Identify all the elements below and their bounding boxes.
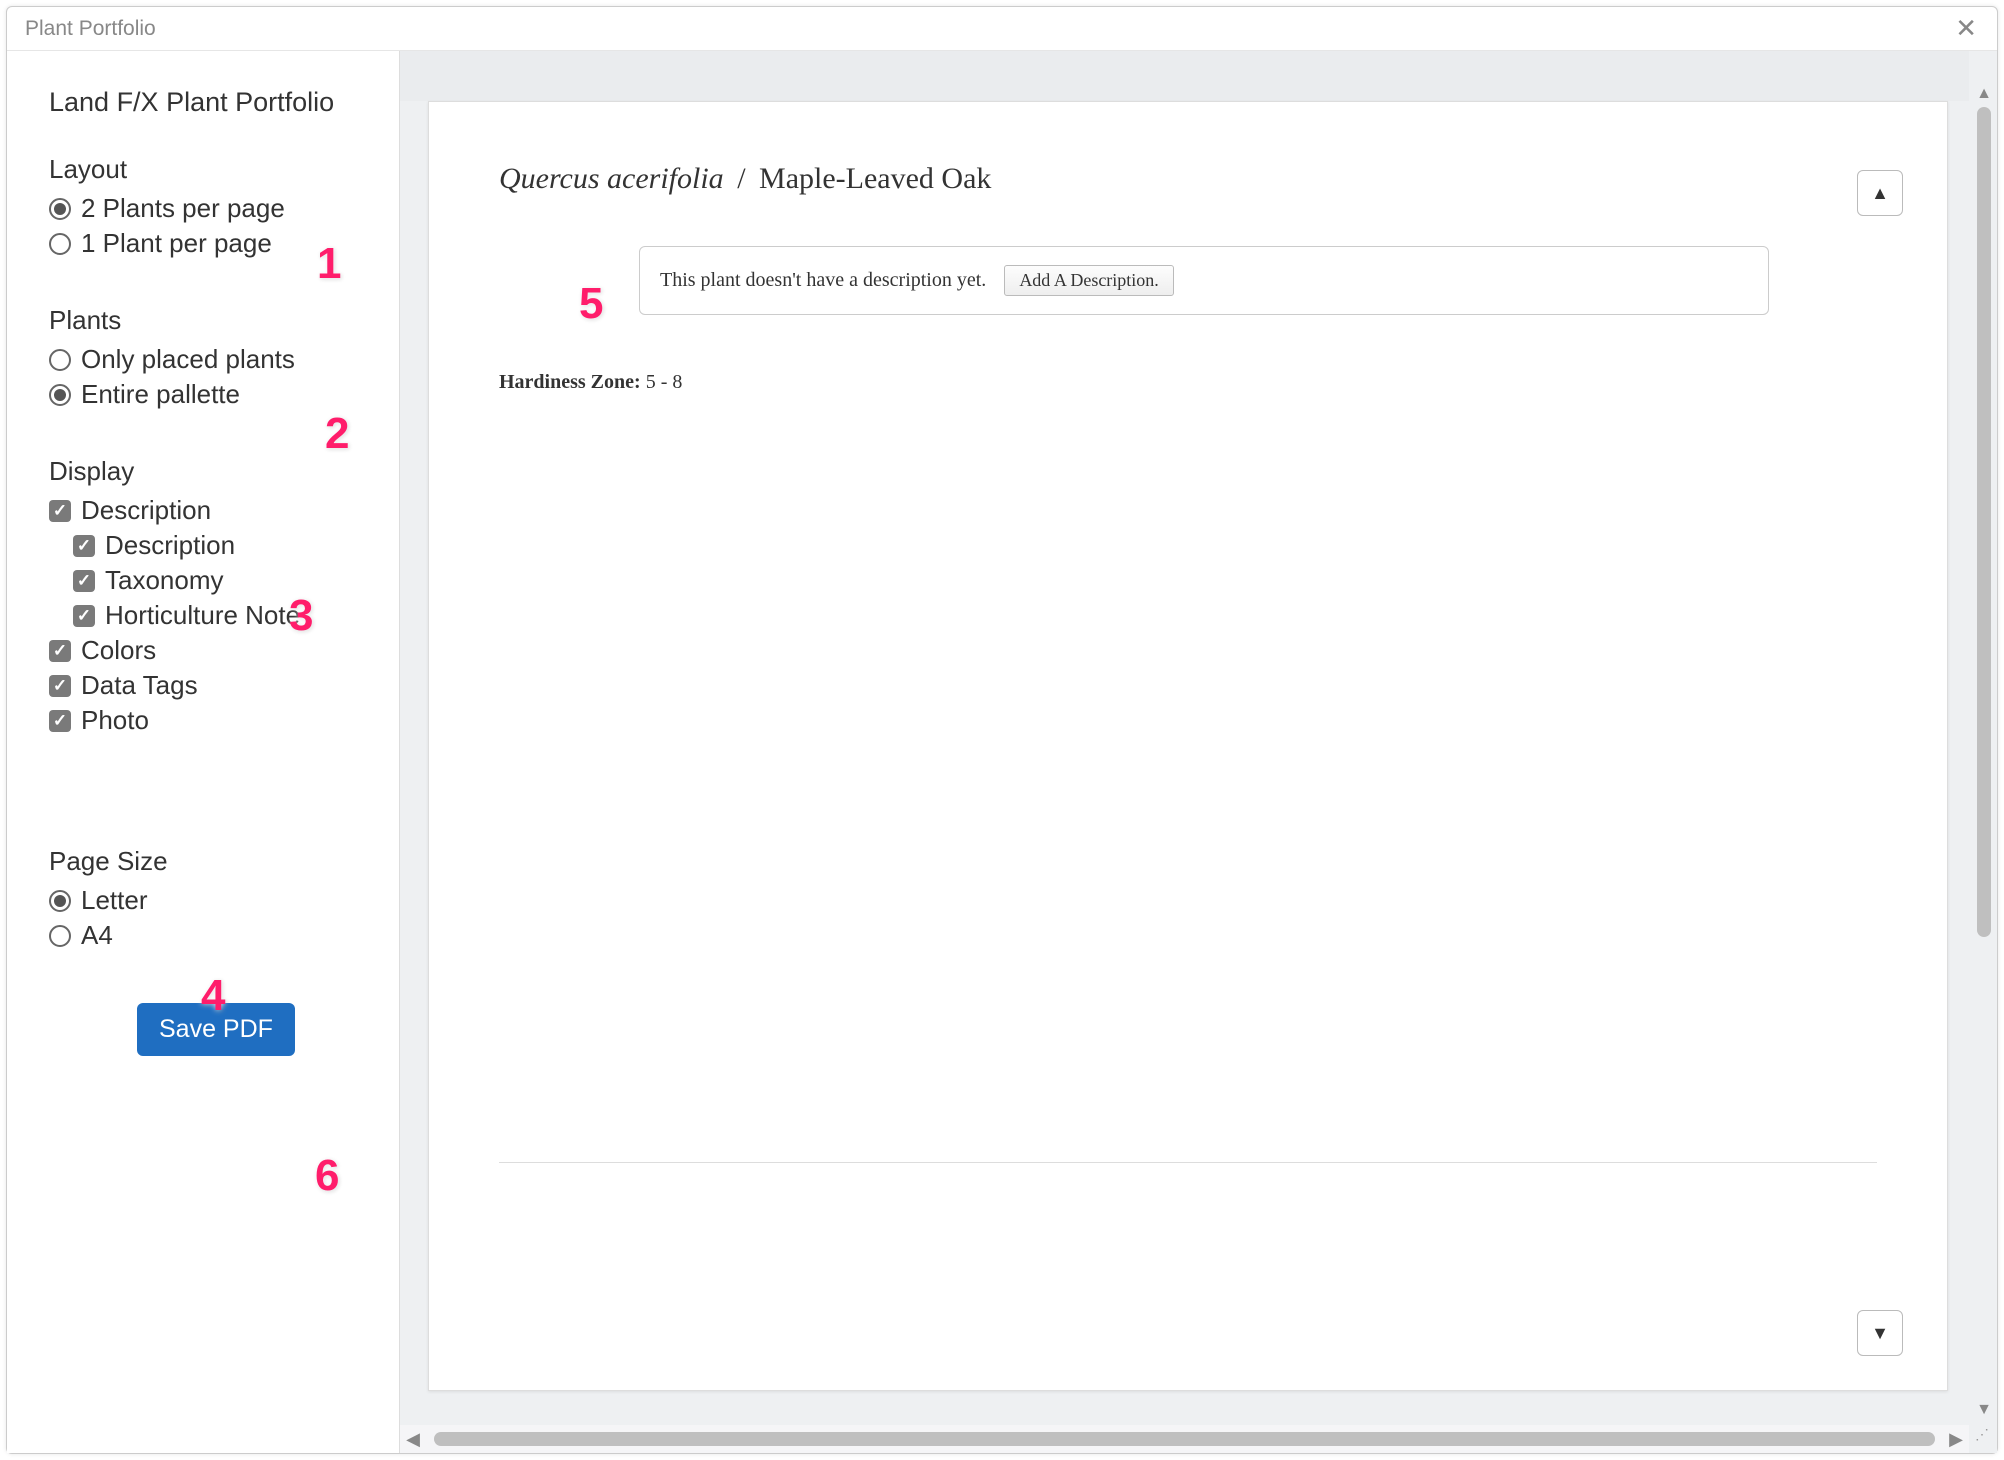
close-icon[interactable]: ✕ — [1949, 13, 1983, 44]
plants-option-entire-palette[interactable]: Entire pallette — [49, 379, 369, 410]
display-check-data-tags[interactable]: Data Tags — [49, 670, 369, 701]
page-size-section-label: Page Size — [49, 846, 369, 877]
add-description-button[interactable]: Add A Description. — [1004, 265, 1174, 296]
preview-scroll-area[interactable]: Quercus acerifolia / Maple-Leaved Oak ▲ … — [400, 51, 1969, 1425]
page-size-option-a4[interactable]: A4 — [49, 920, 369, 951]
horizontal-scrollbar[interactable] — [434, 1432, 1935, 1446]
radio-label: 2 Plants per page — [81, 193, 285, 224]
display-check-taxonomy[interactable]: Taxonomy — [73, 565, 369, 596]
radio-label: Only placed plants — [81, 344, 295, 375]
checkbox-icon[interactable] — [73, 570, 95, 592]
titlebar: Plant Portfolio ✕ — [7, 7, 1997, 51]
radio-icon[interactable] — [49, 233, 71, 255]
vertical-scrollbar[interactable] — [1977, 107, 1991, 937]
hardiness-label: Hardiness Zone: — [499, 371, 641, 393]
preview-page: Quercus acerifolia / Maple-Leaved Oak ▲ … — [428, 101, 1948, 1391]
check-label: Taxonomy — [105, 565, 224, 596]
hardiness-value: 5 - 8 — [646, 371, 683, 393]
page-size-option-letter[interactable]: Letter — [49, 885, 369, 916]
plant-scientific-name: Quercus acerifolia — [499, 162, 724, 195]
display-check-hort-note[interactable]: Horticulture Note — [73, 600, 369, 631]
plant-title: Quercus acerifolia / Maple-Leaved Oak — [499, 162, 1877, 196]
plants-option-only-placed[interactable]: Only placed plants — [49, 344, 369, 375]
checkbox-icon[interactable] — [49, 710, 71, 732]
scroll-right-arrow-icon[interactable]: ▶ — [1943, 1429, 1969, 1450]
check-label: Horticulture Note — [105, 600, 300, 631]
description-box: This plant doesn't have a description ye… — [639, 246, 1769, 315]
check-label: Description — [81, 495, 211, 526]
display-check-colors[interactable]: Colors — [49, 635, 369, 666]
radio-icon[interactable] — [49, 890, 71, 912]
plants-section-label: Plants — [49, 305, 369, 336]
window-title: Plant Portfolio — [25, 17, 1949, 41]
resize-grip-icon[interactable]: ⋰ — [1975, 1431, 1993, 1449]
plant-common-name: Maple-Leaved Oak — [759, 162, 991, 195]
preview-pane: Quercus acerifolia / Maple-Leaved Oak ▲ … — [399, 51, 1997, 1453]
scroll-left-arrow-icon[interactable]: ◀ — [400, 1429, 426, 1450]
radio-icon[interactable] — [49, 384, 71, 406]
radio-label: Entire pallette — [81, 379, 240, 410]
app-window: Plant Portfolio ✕ Land F/X Plant Portfol… — [6, 6, 1998, 1454]
check-label: Colors — [81, 635, 156, 666]
checkbox-icon[interactable] — [49, 675, 71, 697]
layout-option-2-per-page[interactable]: 2 Plants per page — [49, 193, 369, 224]
radio-icon[interactable] — [49, 925, 71, 947]
scroll-up-arrow-icon[interactable]: ▲ — [1975, 85, 1993, 103]
check-label: Description — [105, 530, 235, 561]
horizontal-scrollbar-track: ◀ ▶ — [400, 1425, 1969, 1453]
collapse-up-button[interactable]: ▲ — [1857, 170, 1903, 216]
layout-option-1-per-page[interactable]: 1 Plant per page — [49, 228, 369, 259]
display-check-description-sub[interactable]: Description — [73, 530, 369, 561]
title-separator: / — [737, 162, 745, 195]
page-divider — [499, 1162, 1877, 1163]
hardiness-zone: Hardiness Zone: 5 - 8 — [499, 371, 1877, 394]
no-description-text: This plant doesn't have a description ye… — [660, 269, 986, 292]
layout-section-label: Layout — [49, 154, 369, 185]
save-pdf-button[interactable]: Save PDF — [137, 1003, 295, 1056]
radio-label: Letter — [81, 885, 148, 916]
display-section-label: Display — [49, 456, 369, 487]
radio-icon[interactable] — [49, 198, 71, 220]
expand-down-button[interactable]: ▼ — [1857, 1310, 1903, 1356]
radio-label: A4 — [81, 920, 113, 951]
window-body: Land F/X Plant Portfolio Layout 2 Plants… — [7, 51, 1997, 1453]
check-label: Data Tags — [81, 670, 198, 701]
scroll-down-arrow-icon[interactable]: ▼ — [1975, 1401, 1993, 1419]
checkbox-icon[interactable] — [73, 535, 95, 557]
display-check-description[interactable]: Description — [49, 495, 369, 526]
checkbox-icon[interactable] — [49, 640, 71, 662]
display-check-photo[interactable]: Photo — [49, 705, 369, 736]
checkbox-icon[interactable] — [73, 605, 95, 627]
radio-icon[interactable] — [49, 349, 71, 371]
radio-label: 1 Plant per page — [81, 228, 272, 259]
check-label: Photo — [81, 705, 149, 736]
sidebar: Land F/X Plant Portfolio Layout 2 Plants… — [7, 51, 399, 1453]
checkbox-icon[interactable] — [49, 500, 71, 522]
sidebar-heading: Land F/X Plant Portfolio — [49, 87, 369, 118]
